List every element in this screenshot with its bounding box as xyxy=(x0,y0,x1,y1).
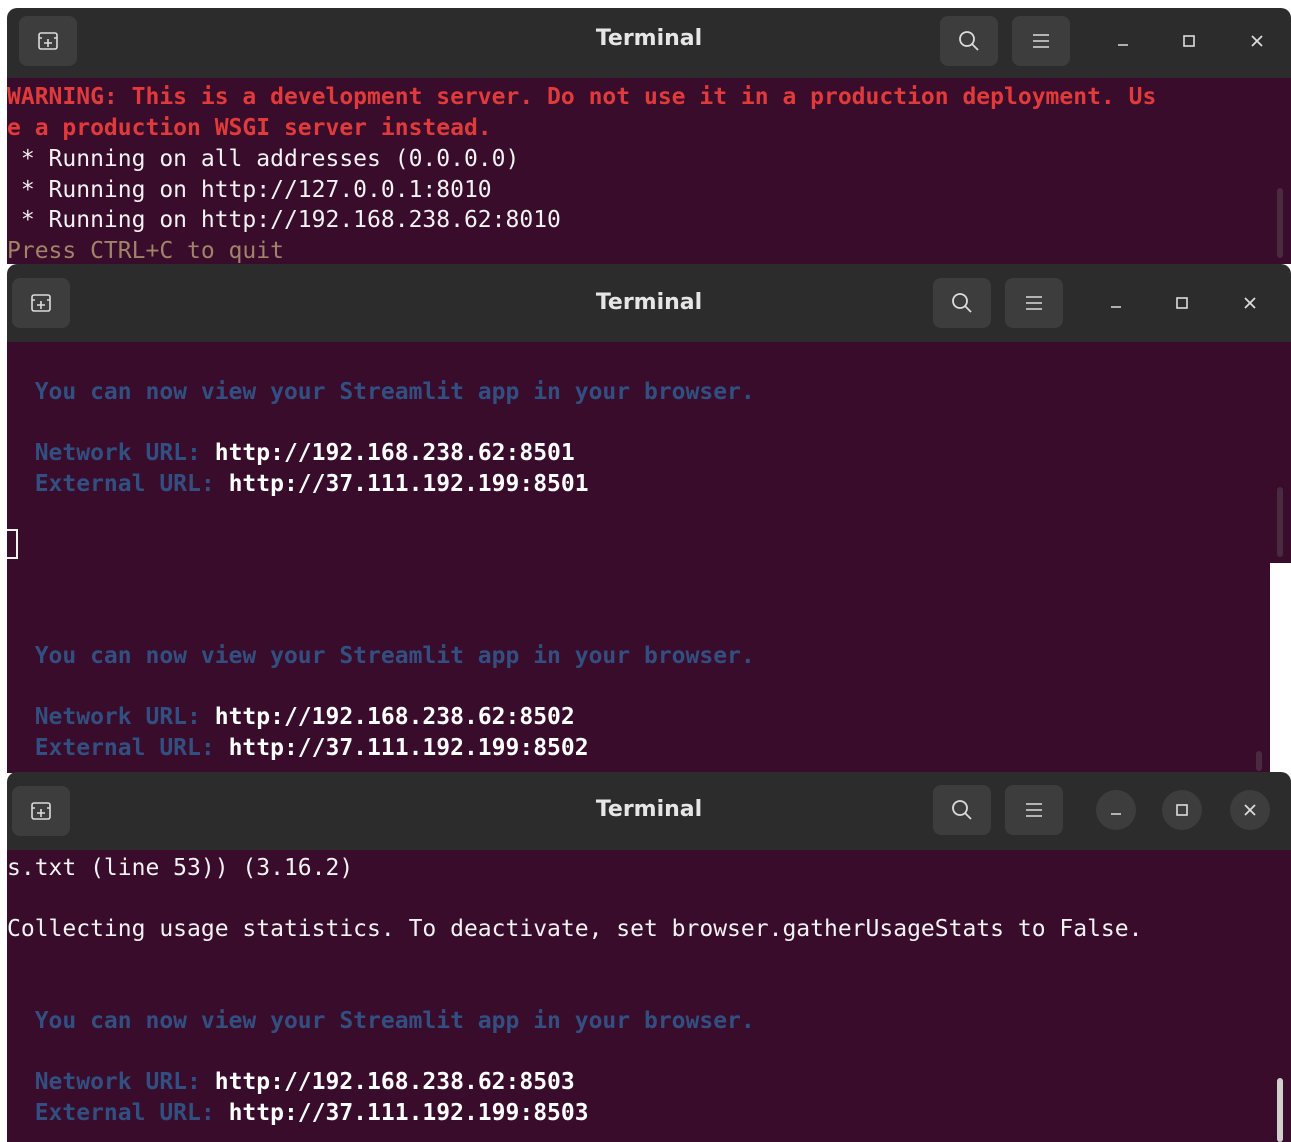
external-url-label: External URL: xyxy=(7,1100,229,1126)
close-button[interactable] xyxy=(1237,21,1277,61)
terminal-window-2[interactable]: Terminal You can now view your Streamlit… xyxy=(7,264,1291,563)
scrollbar[interactable] xyxy=(1277,188,1283,258)
network-url: http://192.168.238.62:8501 xyxy=(214,440,575,466)
terminal-content[interactable]: WARNING: This is a development server. D… xyxy=(7,78,1291,264)
menu-button[interactable] xyxy=(1012,16,1070,66)
hamburger-menu-icon xyxy=(1033,34,1049,48)
search-icon xyxy=(952,293,972,313)
hamburger-menu-icon xyxy=(1026,296,1042,310)
scrollbar[interactable] xyxy=(1256,751,1262,771)
close-button[interactable] xyxy=(1230,790,1270,830)
external-url-line: External URL: http://37.111.192.199:8501 xyxy=(7,469,589,499)
network-url-label: Network URL: xyxy=(7,704,215,730)
menu-button[interactable] xyxy=(1005,785,1063,835)
running-line-1: * Running on all addresses (0.0.0.0) xyxy=(7,146,520,172)
minimize-button[interactable] xyxy=(1103,21,1143,61)
external-url: http://37.111.192.199:8503 xyxy=(228,1100,589,1126)
external-url: http://37.111.192.199:8501 xyxy=(228,471,589,497)
streamlit-view-message: You can now view your Streamlit app in y… xyxy=(7,379,755,405)
close-icon xyxy=(1244,297,1256,309)
scrollbar[interactable] xyxy=(1277,1078,1283,1142)
terminal-content[interactable]: You can now view your Streamlit app in y… xyxy=(7,342,1291,563)
close-button[interactable] xyxy=(1230,283,1270,323)
usage-stats-line: Collecting usage statistics. To deactiva… xyxy=(7,916,1143,942)
menu-button[interactable] xyxy=(1005,278,1063,328)
terminal-window-3[interactable]: You can now view your Streamlit app in y… xyxy=(7,563,1270,773)
minimize-icon xyxy=(1111,813,1121,815)
network-url-line: Network URL: http://192.168.238.62:8502 xyxy=(7,702,575,732)
maximize-button[interactable] xyxy=(1169,21,1209,61)
close-icon xyxy=(1244,804,1256,816)
terminal-window-4[interactable]: Terminal s.txt (line 53)) (3.16.2) Colle… xyxy=(7,772,1291,1142)
maximize-icon xyxy=(1183,35,1195,47)
hamburger-menu-icon xyxy=(1026,803,1042,817)
requirement-line: s.txt (line 53)) (3.16.2) xyxy=(7,855,354,881)
window-title: Terminal xyxy=(595,26,703,51)
scrollbar[interactable] xyxy=(1277,487,1283,557)
search-button[interactable] xyxy=(933,278,991,328)
streamlit-view-message: You can now view your Streamlit app in y… xyxy=(7,643,755,669)
minimize-button[interactable] xyxy=(1096,283,1136,323)
external-url-line: External URL: http://37.111.192.199:8503 xyxy=(7,1098,589,1128)
title-bar[interactable]: Terminal xyxy=(7,772,1291,850)
external-url-label: External URL: xyxy=(7,471,229,497)
minimize-button[interactable] xyxy=(1096,790,1136,830)
external-url-line: External URL: http://37.111.192.199:8502 xyxy=(7,733,589,763)
search-button[interactable] xyxy=(940,16,998,66)
external-url: http://37.111.192.199:8502 xyxy=(228,735,589,761)
terminal-window-1[interactable]: Terminal WARNING: This is a development … xyxy=(7,8,1291,264)
external-url-label: External URL: xyxy=(7,735,229,761)
search-icon xyxy=(952,800,972,820)
warning-line-1: WARNING: This is a development server. D… xyxy=(7,84,1157,110)
maximize-button[interactable] xyxy=(1162,790,1202,830)
network-url: http://192.168.238.62:8502 xyxy=(214,704,575,730)
warning-line-2: e a production WSGI server instead. xyxy=(7,115,492,141)
terminal-content[interactable]: You can now view your Streamlit app in y… xyxy=(7,563,1270,773)
maximize-button[interactable] xyxy=(1162,283,1202,323)
title-bar[interactable]: Terminal xyxy=(7,8,1291,78)
running-line-2: * Running on http://127.0.0.1:8010 xyxy=(7,177,492,203)
network-url-label: Network URL: xyxy=(7,1069,215,1095)
maximize-icon xyxy=(1176,804,1188,816)
quit-hint: Press CTRL+C to quit xyxy=(7,238,284,264)
close-icon xyxy=(1251,35,1263,47)
search-icon xyxy=(959,31,979,51)
text-cursor xyxy=(7,529,18,559)
search-button[interactable] xyxy=(933,785,991,835)
streamlit-view-message: You can now view your Streamlit app in y… xyxy=(7,1008,755,1034)
minimize-icon xyxy=(1111,306,1121,308)
title-bar[interactable]: Terminal xyxy=(7,264,1291,342)
network-url-line: Network URL: http://192.168.238.62:8501 xyxy=(7,438,575,468)
terminal-content[interactable]: s.txt (line 53)) (3.16.2) Collecting usa… xyxy=(7,850,1291,1142)
maximize-icon xyxy=(1176,297,1188,309)
minimize-icon xyxy=(1118,44,1128,46)
network-url: http://192.168.238.62:8503 xyxy=(214,1069,575,1095)
network-url-line: Network URL: http://192.168.238.62:8503 xyxy=(7,1067,575,1097)
network-url-label: Network URL: xyxy=(7,440,215,466)
running-line-3: * Running on http://192.168.238.62:8010 xyxy=(7,207,561,233)
